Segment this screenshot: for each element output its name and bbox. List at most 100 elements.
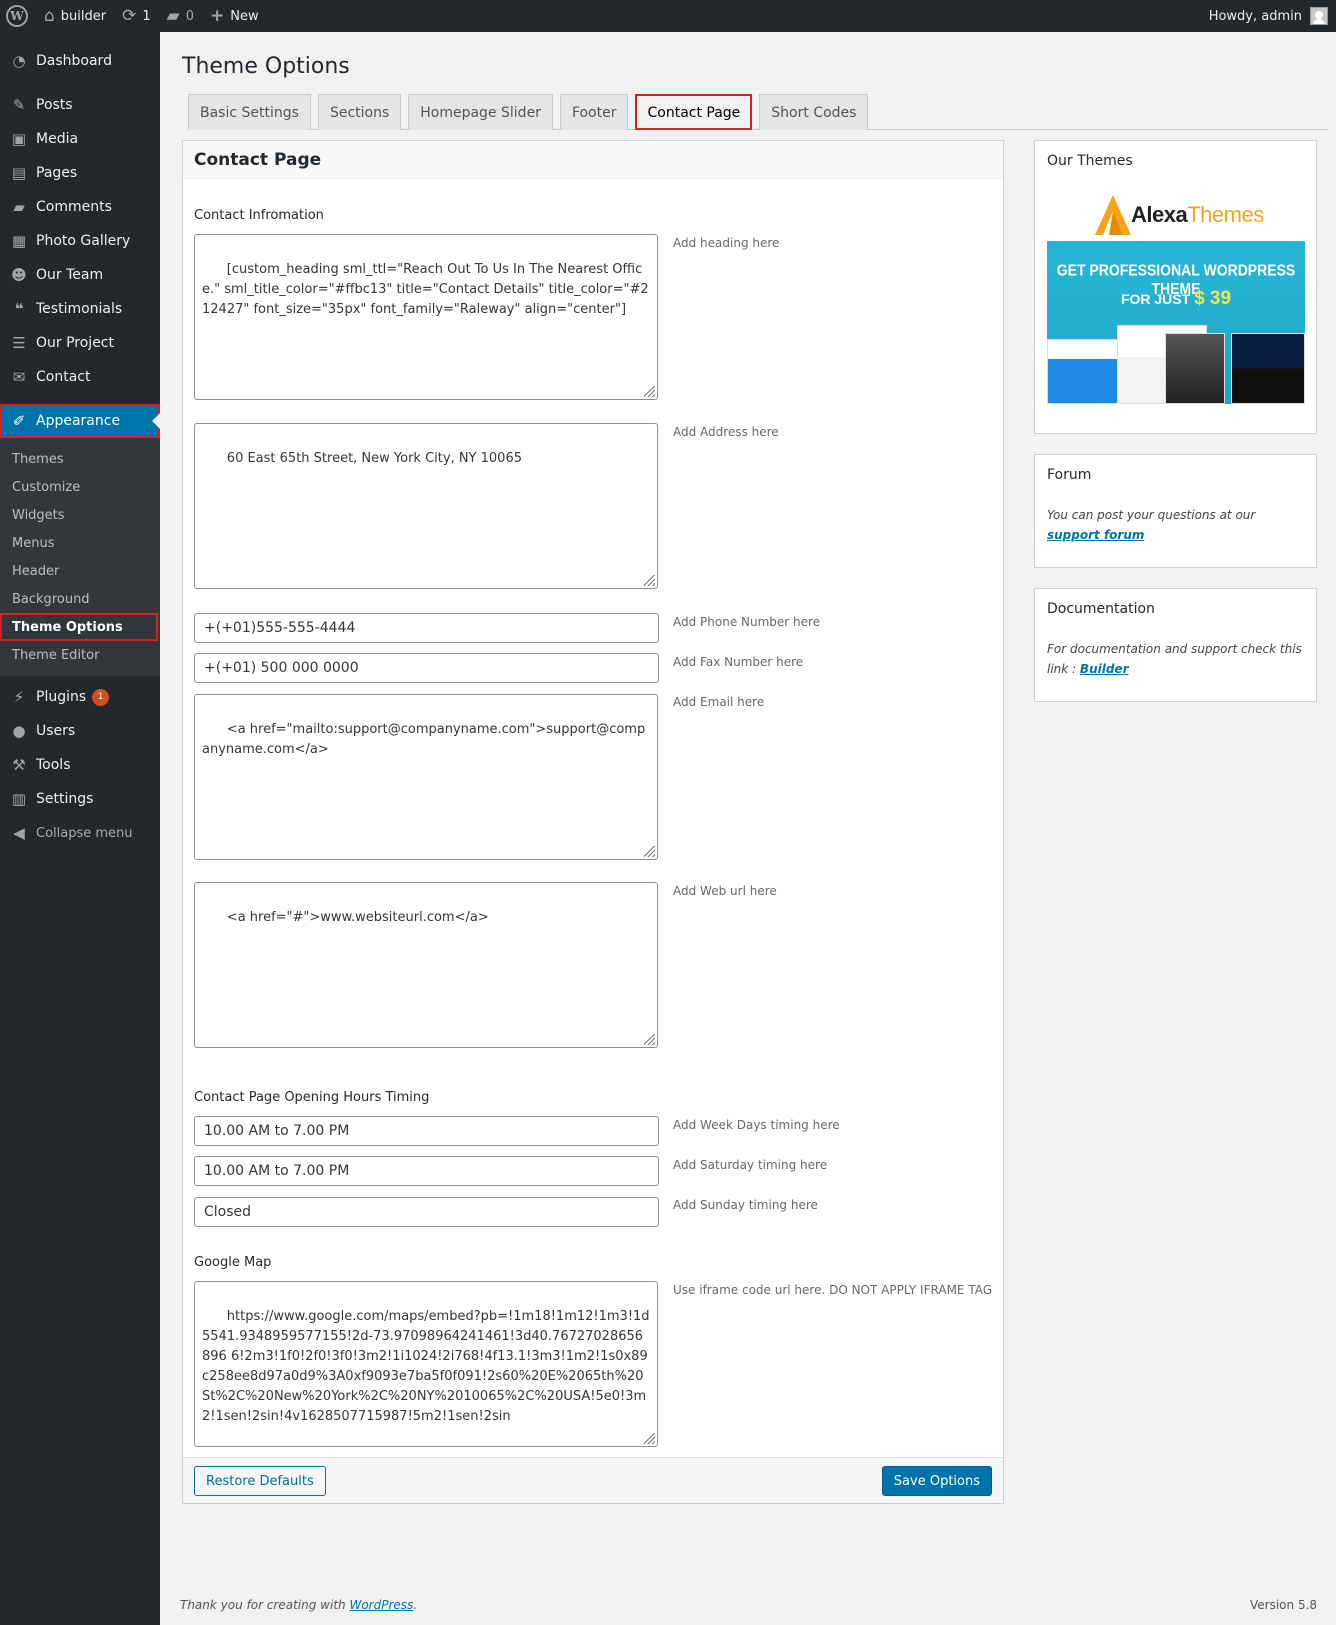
updates-link[interactable]: ⟳ 1 <box>114 0 159 32</box>
resize-grip-icon[interactable] <box>644 1433 655 1444</box>
sidebar-item-label: Users <box>36 723 76 739</box>
screenshot-thumbnail <box>1047 339 1119 404</box>
save-options-button[interactable]: Save Options <box>881 1466 992 1496</box>
appearance-submenu: Themes Customize Widgets Menus Header Ba… <box>0 438 160 676</box>
sidebar-item-label: Our Team <box>36 267 104 283</box>
saturday-timing-input[interactable]: 10.00 AM to 7.00 PM <box>194 1156 659 1186</box>
wordpress-icon: W <box>6 5 28 27</box>
wordpress-link[interactable]: WordPress <box>349 1598 413 1612</box>
email-hint: Add Email here <box>673 695 765 709</box>
web-url-textarea[interactable]: <a href="#">www.websiteurl.com</a> <box>194 882 658 1048</box>
sidebar-item-tools[interactable]: ⚒ Tools <box>0 748 160 782</box>
sidebar-item-label: Plugins <box>36 689 87 705</box>
restore-defaults-button[interactable]: Restore Defaults <box>194 1466 326 1496</box>
email-textarea[interactable]: <a href="mailto:support@companyname.com"… <box>194 694 658 860</box>
team-icon: ☻ <box>11 266 27 284</box>
sidebar-item-plugins[interactable]: ⚡ Plugins 1 <box>0 680 160 714</box>
submenu-item-themes[interactable]: Themes <box>0 445 160 473</box>
sidebar-item-photo-gallery[interactable]: ▦ Photo Gallery <box>0 224 160 258</box>
footer-thanks: Thank you for creating with WordPress. <box>180 1598 417 1612</box>
heading-hint: Add heading here <box>673 236 780 250</box>
submenu-item-widgets[interactable]: Widgets <box>0 501 160 529</box>
sunday-timing-input[interactable]: Closed <box>194 1197 659 1227</box>
forum-text: You can post your questions at our suppo… <box>1047 505 1307 545</box>
wrench-icon: ⚒ <box>12 756 26 774</box>
forum-box: Forum You can post your questions at our… <box>1034 454 1317 568</box>
new-label: New <box>230 8 259 24</box>
weekday-timing-hint: Add Week Days timing here <box>673 1118 840 1132</box>
footer-period: . <box>413 1598 418 1612</box>
sidebar-item-label: Pages <box>36 165 78 181</box>
collapse-label: Collapse menu <box>36 825 133 841</box>
promo-price-line: FOR JUST $ 39 <box>1047 288 1305 310</box>
logo-text-alexa: Alexa <box>1131 202 1188 227</box>
theme-promo-banner[interactable]: GET PROFESSIONAL WORDPRESS THEME FOR JUS… <box>1047 241 1305 404</box>
collapse-menu-button[interactable]: ◀ Collapse menu <box>0 816 160 850</box>
updates-count: 1 <box>142 8 151 24</box>
builder-link[interactable]: Builder <box>1080 662 1129 676</box>
resize-grip-icon[interactable] <box>644 575 655 586</box>
sidebar-item-label: Dashboard <box>36 53 112 69</box>
alexa-logo-icon <box>1095 195 1131 235</box>
documentation-text: For documentation and support check this… <box>1047 639 1307 679</box>
screenshot-thumbnail <box>1165 333 1225 404</box>
resize-grip-icon[interactable] <box>644 386 655 397</box>
resize-grip-icon[interactable] <box>644 846 655 857</box>
sidebar-item-our-project[interactable]: ☰ Our Project <box>0 326 160 360</box>
heading-textarea[interactable]: [custom_heading sml_ttl="Reach Out To Us… <box>194 234 658 400</box>
submenu-item-background[interactable]: Background <box>0 585 160 613</box>
sidebar-item-our-team[interactable]: ☻ Our Team <box>0 258 160 292</box>
sidebar-item-dashboard[interactable]: ◔ Dashboard <box>0 44 160 78</box>
gallery-icon: ▦ <box>11 232 27 250</box>
avatar <box>1310 7 1328 25</box>
alexa-themes-logo[interactable]: Alexa Themes <box>1095 195 1264 235</box>
tab-footer[interactable]: Footer <box>559 94 629 130</box>
sidebar-item-pages[interactable]: ▤ Pages <box>0 156 160 190</box>
submenu-item-theme-options[interactable]: Theme Options <box>0 613 158 641</box>
site-name-link[interactable]: ⌂ builder <box>36 0 114 32</box>
page-title: Theme Options <box>182 54 350 79</box>
weekday-timing-input[interactable]: 10.00 AM to 7.00 PM <box>194 1116 659 1146</box>
tab-basic-settings[interactable]: Basic Settings <box>188 94 311 130</box>
resize-grip-icon[interactable] <box>644 1034 655 1045</box>
tab-sections[interactable]: Sections <box>317 94 402 130</box>
wordpress-logo-button[interactable]: W <box>0 0 36 32</box>
comments-count: 0 <box>185 8 194 24</box>
submenu-item-menus[interactable]: Menus <box>0 529 160 557</box>
address-textarea[interactable]: 60 East 65th Street, New York City, NY 1… <box>194 423 658 589</box>
phone-input[interactable]: +(+01)555-555-4444 <box>194 613 659 643</box>
heading-textarea-value: [custom_heading sml_ttl="Reach Out To Us… <box>202 262 649 317</box>
sidebar-item-posts[interactable]: ✎ Posts <box>0 88 160 122</box>
sidebar-item-label: Settings <box>36 791 94 807</box>
google-map-textarea-value: https://www.google.com/maps/embed?pb=!1m… <box>202 1309 650 1424</box>
mail-icon: ✉ <box>12 368 26 386</box>
support-forum-link[interactable]: support forum <box>1047 528 1144 542</box>
comments-link[interactable]: ▰ 0 <box>159 0 202 32</box>
new-content-link[interactable]: + New <box>202 0 267 32</box>
forum-title: Forum <box>1047 467 1092 483</box>
tab-short-codes[interactable]: Short Codes <box>759 94 869 130</box>
comment-icon: ▰ <box>166 5 180 26</box>
sidebar-item-contact[interactable]: ✉ Contact <box>0 360 160 394</box>
account-menu[interactable]: Howdy, admin <box>1209 7 1336 25</box>
submenu-item-header[interactable]: Header <box>0 557 160 585</box>
logo-text-themes: Themes <box>1187 202 1264 227</box>
contact-page-panel: Contact Page Contact Infromation [custom… <box>182 140 1004 1504</box>
sidebar-item-appearance[interactable]: ✐ Appearance <box>0 404 160 438</box>
sidebar-item-testimonials[interactable]: ❝ Testimonials <box>0 292 160 326</box>
email-textarea-value: <a href="mailto:support@companyname.com"… <box>202 722 646 757</box>
sidebar-item-settings[interactable]: ▥ Settings <box>0 782 160 816</box>
google-map-textarea[interactable]: https://www.google.com/maps/embed?pb=!1m… <box>194 1281 658 1447</box>
tab-homepage-slider[interactable]: Homepage Slider <box>408 94 553 130</box>
sidebar-item-comments[interactable]: ▰ Comments <box>0 190 160 224</box>
submenu-item-customize[interactable]: Customize <box>0 473 160 501</box>
submenu-item-theme-editor[interactable]: Theme Editor <box>0 641 160 669</box>
sidebar-item-media[interactable]: ▣ Media <box>0 122 160 156</box>
tab-contact-page[interactable]: Contact Page <box>635 94 753 130</box>
plus-icon: + <box>210 5 225 26</box>
fax-input[interactable]: +(+01) 500 000 0000 <box>194 653 659 683</box>
sidebar-item-label: Posts <box>36 97 73 113</box>
sidebar-item-users[interactable]: ● Users <box>0 714 160 748</box>
address-hint: Add Address here <box>673 425 779 439</box>
comment-icon: ▰ <box>13 198 25 216</box>
